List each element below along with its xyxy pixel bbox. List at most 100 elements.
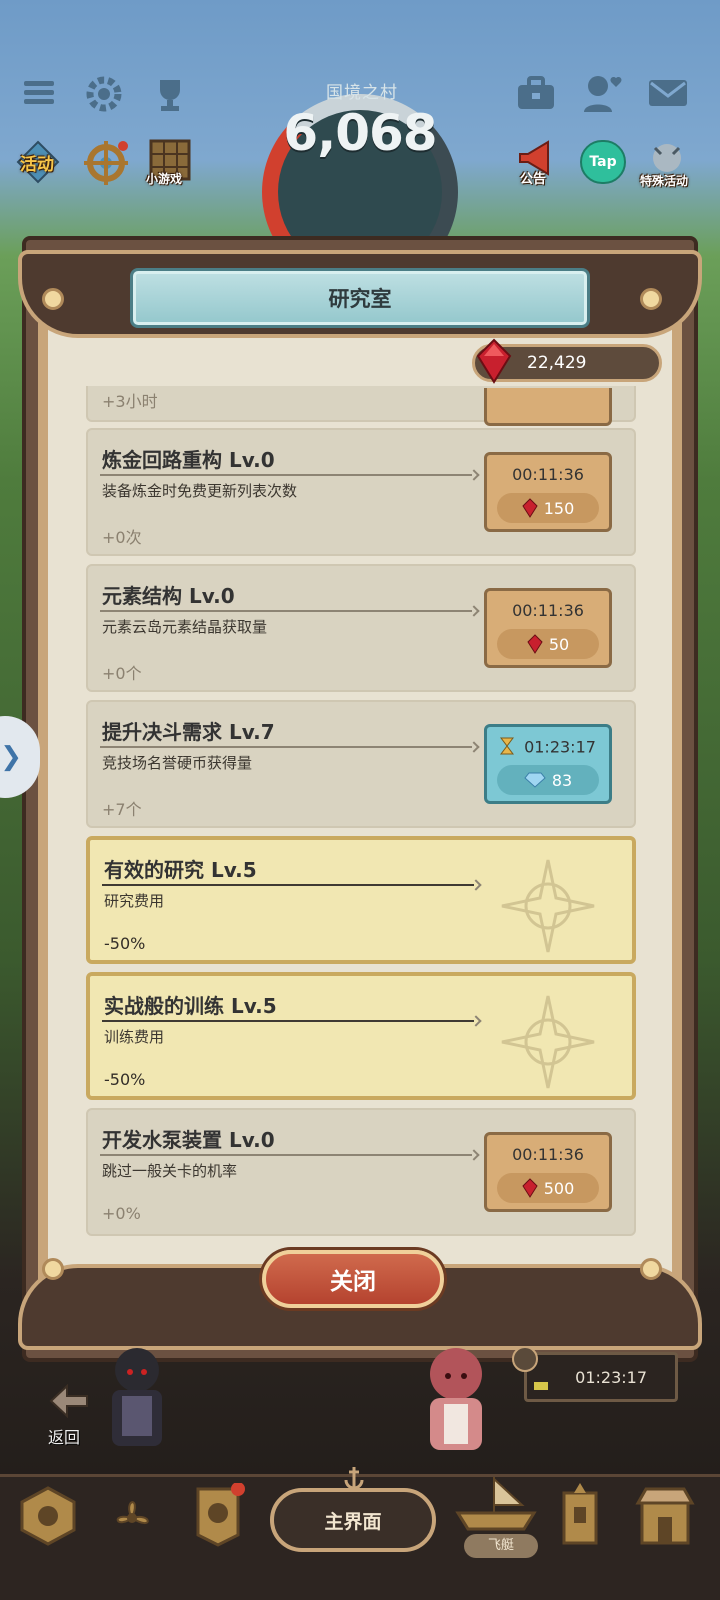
announcement-label: 公告	[520, 172, 547, 187]
character-left	[92, 1346, 182, 1456]
item-bonus: +7个	[102, 800, 142, 819]
item-divider	[102, 884, 474, 886]
item-description: 跳过一般关卡的机率	[102, 1162, 238, 1180]
nav-compass-icon[interactable]	[16, 1484, 80, 1548]
research-item: 元素结构 Lv.0 元素云岛元素结晶获取量 +0个 00:11:36 50	[86, 564, 636, 692]
menu-icon[interactable]	[22, 76, 56, 110]
upgrade-cost-button[interactable]: 00:11:36 50	[484, 588, 612, 668]
chevron-right-icon: ❯	[0, 742, 22, 772]
rivet-icon	[640, 1258, 662, 1280]
training-timer-value: 01:23:17	[575, 1367, 647, 1387]
item-description: 元素云岛元素结晶获取量	[102, 618, 268, 636]
research-list[interactable]: +3小时 炼金回路重构 Lv.0 装备炼金时免费更新列表次数 +0次 00:11:36…	[86, 386, 636, 1252]
item-bonus: +0%	[102, 1204, 141, 1223]
red-gem-icon	[527, 634, 543, 654]
item-cost: 83	[497, 765, 599, 795]
research-item: 实战般的训练 Lv.5 训练费用 -50%	[86, 972, 636, 1100]
rivet-icon	[640, 288, 662, 310]
nav-fan-icon[interactable]	[100, 1488, 164, 1548]
main-screen-button[interactable]: 主界面	[270, 1488, 436, 1552]
trophy-icon[interactable]	[150, 74, 190, 114]
item-time-value: 01:23:17	[524, 737, 596, 757]
nav-airship-icon[interactable]	[446, 1470, 546, 1540]
back-arrow-icon[interactable]	[44, 1383, 94, 1422]
hourglass-icon	[500, 737, 515, 759]
item-cost: 500	[497, 1173, 599, 1203]
score-value: 6,068	[283, 104, 437, 162]
research-item: 炼金回路重构 Lv.0 装备炼金时免费更新列表次数 +0次 00:11:36 150	[86, 428, 636, 556]
nav-tower-icon[interactable]	[548, 1482, 612, 1548]
item-time-value: 00:11:36	[512, 465, 584, 484]
panel-title: 研究室	[130, 268, 590, 328]
item-title: 有效的研究 Lv.5	[104, 858, 257, 882]
hourglass-badge-icon	[512, 1346, 538, 1372]
item-cost-value: 150	[543, 498, 575, 518]
item-time: 00:11:36	[487, 1145, 609, 1164]
red-gem-icon	[474, 338, 514, 388]
rivet-icon	[42, 1258, 64, 1280]
activity-label: 活动	[20, 155, 54, 175]
research-item: 提升决斗需求 Lv.7 竞技场名誉硬币获得量 +7个 01:23:17 83	[86, 700, 636, 828]
item-title: 实战般的训练 Lv.5	[104, 994, 277, 1018]
nav-shop-icon[interactable]	[630, 1482, 700, 1548]
close-button-label: 关闭	[330, 1269, 376, 1295]
upgrade-cost-button[interactable]: 00:11:36 150	[484, 452, 612, 532]
item-description: 竞技场名誉硬币获得量	[102, 754, 253, 772]
item-description: 研究费用	[104, 892, 165, 910]
cost-button-partial[interactable]	[484, 388, 612, 426]
ship-wheel-icon[interactable]	[80, 138, 132, 188]
item-time: 00:11:36	[487, 465, 609, 484]
item-bonus: -50%	[104, 934, 146, 953]
rivet-icon	[42, 288, 64, 310]
item-cost: 50	[497, 629, 599, 659]
item-title: 元素结构 Lv.0	[102, 584, 235, 608]
item-cost-value: 83	[551, 770, 573, 790]
upgrade-cost-button[interactable]: 00:11:36 500	[484, 1132, 612, 1212]
item-time: 01:23:17	[487, 737, 609, 759]
main-screen-label: 主界面	[324, 1510, 382, 1533]
compass-star-icon	[500, 858, 596, 958]
gem-balance-value: 22,429	[527, 353, 587, 373]
item-cost-value: 500	[543, 1178, 575, 1198]
nav-banner-icon[interactable]	[186, 1482, 250, 1548]
item-bonus: -50%	[104, 1070, 146, 1089]
red-gem-icon	[522, 1178, 538, 1198]
research-item: 开发水泵装置 Lv.0 跳过一般关卡的机率 +0% 00:11:36 500	[86, 1108, 636, 1236]
item-bonus: +0次	[102, 528, 142, 547]
character-right	[404, 1346, 508, 1456]
tap-button[interactable]: Tap	[580, 140, 626, 184]
training-timer[interactable]: 01:23:17	[524, 1352, 678, 1402]
item-divider	[100, 1154, 472, 1156]
diamond-icon	[524, 772, 546, 788]
upgrade-cost-button[interactable]: 01:23:17 83	[484, 724, 612, 804]
item-time-value: 00:11:36	[512, 601, 584, 620]
item-divider	[100, 746, 472, 748]
item-bonus: +3小时	[102, 392, 158, 411]
item-title: 炼金回路重构 Lv.0	[102, 448, 275, 472]
red-gem-icon	[522, 498, 538, 518]
item-divider	[100, 610, 472, 612]
gear-icon[interactable]	[84, 74, 124, 114]
toolbox-icon[interactable]	[514, 74, 558, 114]
item-time-value: 00:11:36	[512, 1145, 584, 1164]
item-cost-value: 50	[548, 634, 570, 654]
back-label[interactable]: 返回	[48, 1424, 80, 1448]
tap-label: Tap	[589, 154, 617, 170]
training-progress	[534, 1382, 548, 1390]
item-description: 训练费用	[104, 1028, 165, 1046]
item-divider	[102, 1020, 474, 1022]
friends-icon[interactable]	[580, 72, 626, 114]
item-time: 00:11:36	[487, 601, 609, 620]
close-button[interactable]: 关闭	[262, 1250, 444, 1308]
item-cost: 150	[497, 493, 599, 523]
mail-icon[interactable]	[646, 76, 690, 110]
research-item: 有效的研究 Lv.5 研究费用 -50%	[86, 836, 636, 964]
minigame-label: 小游戏	[146, 172, 183, 186]
item-title: 开发水泵装置 Lv.0	[102, 1128, 275, 1152]
special-event-label: 特殊活动	[640, 174, 689, 188]
list-item-partial: +3小时	[86, 386, 636, 426]
item-bonus: +0个	[102, 664, 142, 683]
compass-star-icon	[500, 994, 596, 1094]
item-description: 装备炼金时免费更新列表次数	[102, 482, 298, 500]
airship-label[interactable]: 飞艇	[464, 1534, 538, 1558]
